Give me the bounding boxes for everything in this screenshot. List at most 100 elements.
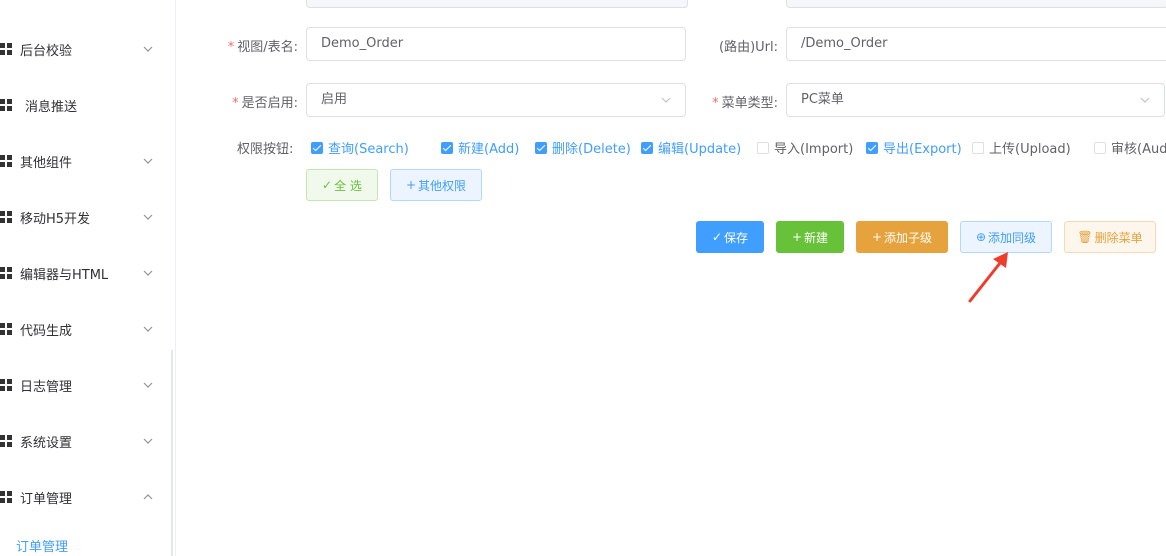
checkbox-unchecked-icon: [757, 141, 769, 154]
grid-icon: [0, 491, 14, 503]
trash-icon: 🗑: [1077, 230, 1093, 244]
sidebar-subitem-order-management[interactable]: 订单管理: [16, 536, 68, 555]
delete-menu-label: 删除菜单: [1094, 230, 1143, 245]
sidebar-item-editor-html[interactable]: 编辑器与HTML: [0, 245, 173, 301]
grid-icon: [0, 99, 14, 111]
checkbox-label: 导入(Import): [774, 142, 854, 157]
enabled-select[interactable]: 启用: [306, 83, 686, 117]
sidebar-item-label: 后台校验: [20, 43, 73, 59]
save-label: 保存: [724, 230, 749, 245]
sidebar-item-label: 日志管理: [20, 379, 73, 395]
enabled-label-text: 是否启用:: [241, 96, 298, 111]
menu-type-label-text: 菜单类型:: [721, 96, 778, 111]
checkbox-label: 审核(Aud: [1111, 142, 1166, 157]
input-partial-top-right[interactable]: [786, 0, 1166, 8]
sidebar-item-label: 其他组件: [20, 155, 73, 171]
save-button[interactable]: ✓ 保存: [696, 221, 764, 253]
view-table-label: * 视图/表名:: [227, 40, 298, 55]
new-button[interactable]: + 新建: [776, 221, 844, 253]
enabled-select-value: 启用: [321, 92, 348, 107]
perm-search-checkbox[interactable]: 查询(Search): [311, 138, 409, 157]
sidebar-item-log-management[interactable]: 日志管理: [0, 357, 173, 413]
perm-update-checkbox[interactable]: 编辑(Update): [641, 138, 741, 157]
perm-audit-checkbox[interactable]: 审核(Aud: [1094, 138, 1166, 157]
menu-type-select[interactable]: PC菜单: [786, 83, 1165, 117]
sidebar-item-label: 移动H5开发: [20, 211, 91, 227]
grid-icon: [0, 435, 14, 447]
chevron-down-icon: [143, 270, 153, 276]
sidebar-item-backend-validation[interactable]: 后台校验: [0, 21, 173, 77]
sidebar-scrollbar[interactable]: [171, 350, 173, 556]
new-label: 新建: [804, 230, 829, 245]
checkbox-checked-icon: [866, 141, 878, 154]
sidebar-item-label: 编辑器与HTML: [20, 267, 109, 283]
route-url-label: (路由)Url:: [719, 40, 778, 55]
perm-upload-checkbox[interactable]: 上传(Upload): [972, 138, 1071, 157]
menu-type-select-value: PC菜单: [801, 92, 844, 107]
grid-icon: [0, 267, 14, 279]
sidebar-item-label: 订单管理: [20, 491, 73, 507]
view-table-input[interactable]: Demo_Order: [306, 27, 686, 61]
sidebar: 后台校验 消息推送 其他组件 移动H5开发 编辑器与HTML 代码生成 日志管理…: [0, 0, 173, 556]
add-child-button[interactable]: + 添加子级: [856, 221, 948, 253]
plus-icon: +: [405, 178, 417, 192]
chevron-down-icon: [1140, 97, 1150, 103]
menu-type-label: * 菜单类型:: [712, 96, 778, 111]
other-permissions-button[interactable]: + 其他权限: [390, 169, 482, 201]
add-sibling-label: 添加同级: [988, 230, 1037, 245]
chevron-down-icon: [143, 438, 153, 444]
grid-icon: [0, 43, 14, 55]
chevron-down-icon: [143, 214, 153, 220]
checkbox-label: 导出(Export): [883, 142, 962, 157]
view-table-label-text: 视图/表名:: [237, 40, 298, 55]
sidebar-item-label: 代码生成: [20, 323, 73, 339]
sidebar-item-label: 消息推送: [25, 99, 78, 115]
checkbox-unchecked-icon: [972, 141, 984, 154]
check-icon: ✓: [711, 230, 723, 244]
sidebar-divider: [175, 0, 176, 556]
select-all-label: 全 选: [334, 178, 362, 193]
sidebar-item-mobile-h5[interactable]: 移动H5开发: [0, 189, 173, 245]
grid-icon: [0, 211, 14, 223]
route-url-input[interactable]: /Demo_Order: [786, 27, 1166, 61]
checkbox-label: 编辑(Update): [658, 142, 742, 157]
sidebar-item-code-generation[interactable]: 代码生成: [0, 301, 173, 357]
perm-delete-checkbox[interactable]: 删除(Delete): [535, 138, 631, 157]
select-all-button[interactable]: ✓ 全 选: [306, 169, 378, 201]
annotation-arrow-icon: [968, 252, 1008, 303]
plus-icon: +: [791, 230, 803, 244]
perm-add-checkbox[interactable]: 新建(Add): [441, 138, 519, 157]
checkbox-label: 删除(Delete): [552, 142, 631, 157]
chevron-down-icon: [143, 326, 153, 332]
input-partial-top-left[interactable]: [306, 0, 688, 8]
chevron-down-icon: [143, 46, 153, 52]
checkbox-checked-icon: [641, 141, 653, 154]
sidebar-item-order-management[interactable]: 订单管理: [0, 469, 173, 525]
sidebar-item-label: 系统设置: [20, 435, 73, 451]
sidebar-item-system-settings[interactable]: 系统设置: [0, 413, 173, 469]
add-child-label: 添加子级: [884, 230, 933, 245]
circle-plus-icon: ⊕: [975, 230, 987, 244]
sidebar-item-message-push[interactable]: 消息推送: [0, 77, 173, 133]
chevron-down-icon: [661, 97, 671, 103]
chevron-down-icon: [143, 158, 153, 164]
chevron-up-icon: [143, 494, 153, 500]
checkbox-checked-icon: [441, 141, 453, 154]
grid-icon: [0, 379, 14, 391]
chevron-down-icon: [143, 382, 153, 388]
other-permissions-label: 其他权限: [418, 178, 467, 193]
sidebar-item-other-components[interactable]: 其他组件: [0, 133, 173, 189]
permissions-label: 权限按钮:: [237, 142, 294, 157]
perm-export-checkbox[interactable]: 导出(Export): [866, 138, 962, 157]
checkbox-checked-icon: [311, 141, 323, 154]
plus-icon: +: [871, 230, 883, 244]
delete-menu-button[interactable]: 🗑 删除菜单: [1064, 221, 1156, 253]
checkbox-label: 新建(Add): [458, 142, 520, 157]
checkbox-checked-icon: [535, 141, 547, 154]
grid-icon: [0, 323, 14, 335]
grid-icon: [0, 155, 14, 167]
check-icon: ✓: [322, 178, 333, 192]
checkbox-label: 查询(Search): [328, 142, 409, 157]
checkbox-unchecked-icon: [1094, 141, 1106, 154]
perm-import-checkbox[interactable]: 导入(Import): [757, 138, 853, 157]
